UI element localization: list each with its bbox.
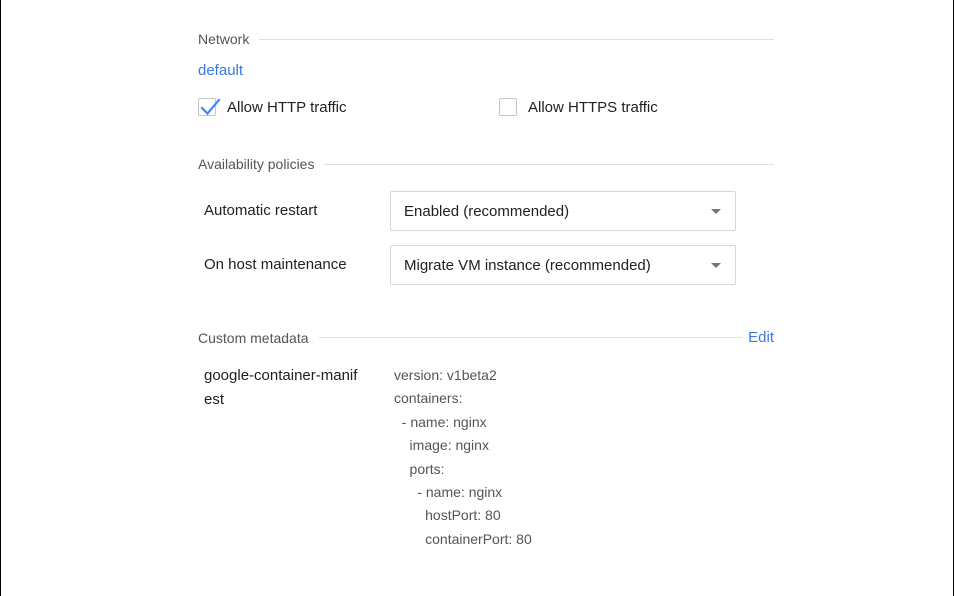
section-divider bbox=[324, 163, 774, 165]
allow-http-label: Allow HTTP traffic bbox=[227, 98, 347, 116]
panel-frame: Network default Allow HTTP traffic Allow… bbox=[0, 0, 954, 596]
metadata-section-header: Custom metadata Edit bbox=[198, 329, 774, 346]
host-maintenance-label: On host maintenance bbox=[204, 256, 347, 273]
network-default-link[interactable]: default bbox=[198, 62, 243, 79]
automatic-restart-select[interactable]: Enabled (recommended) bbox=[390, 191, 736, 231]
allow-https-label: Allow HTTPS traffic bbox=[528, 98, 658, 116]
metadata-key-line2: est bbox=[204, 391, 225, 408]
metadata-edit-link[interactable]: Edit bbox=[748, 329, 774, 346]
automatic-restart-value: Enabled (recommended) bbox=[404, 202, 570, 220]
host-maintenance-value: Migrate VM instance (recommended) bbox=[404, 256, 651, 274]
metadata-key: google-container-manif est bbox=[204, 364, 394, 412]
metadata-section-title: Custom metadata bbox=[198, 329, 309, 346]
allow-https-row[interactable]: Allow HTTPS traffic bbox=[499, 98, 658, 116]
network-section-title: Network bbox=[198, 31, 250, 47]
section-divider bbox=[318, 337, 743, 338]
chevron-down-icon bbox=[711, 263, 721, 268]
section-divider bbox=[259, 38, 774, 40]
host-maintenance-select[interactable]: Migrate VM instance (recommended) bbox=[390, 245, 736, 285]
automatic-restart-label: Automatic restart bbox=[204, 202, 318, 219]
allow-https-checkbox[interactable] bbox=[499, 98, 517, 116]
allow-http-row[interactable]: Allow HTTP traffic bbox=[198, 98, 346, 116]
chevron-down-icon bbox=[711, 209, 721, 214]
allow-http-checkbox[interactable] bbox=[198, 98, 221, 116]
checkmark-icon bbox=[200, 98, 221, 116]
metadata-key-line1: google-container-manif bbox=[204, 367, 358, 384]
availability-section-header: Availability policies bbox=[198, 156, 774, 172]
network-section-header: Network bbox=[198, 31, 774, 47]
availability-section-title: Availability policies bbox=[198, 156, 315, 172]
metadata-value: version: v1beta2 containers: - name: ngi… bbox=[394, 367, 532, 547]
